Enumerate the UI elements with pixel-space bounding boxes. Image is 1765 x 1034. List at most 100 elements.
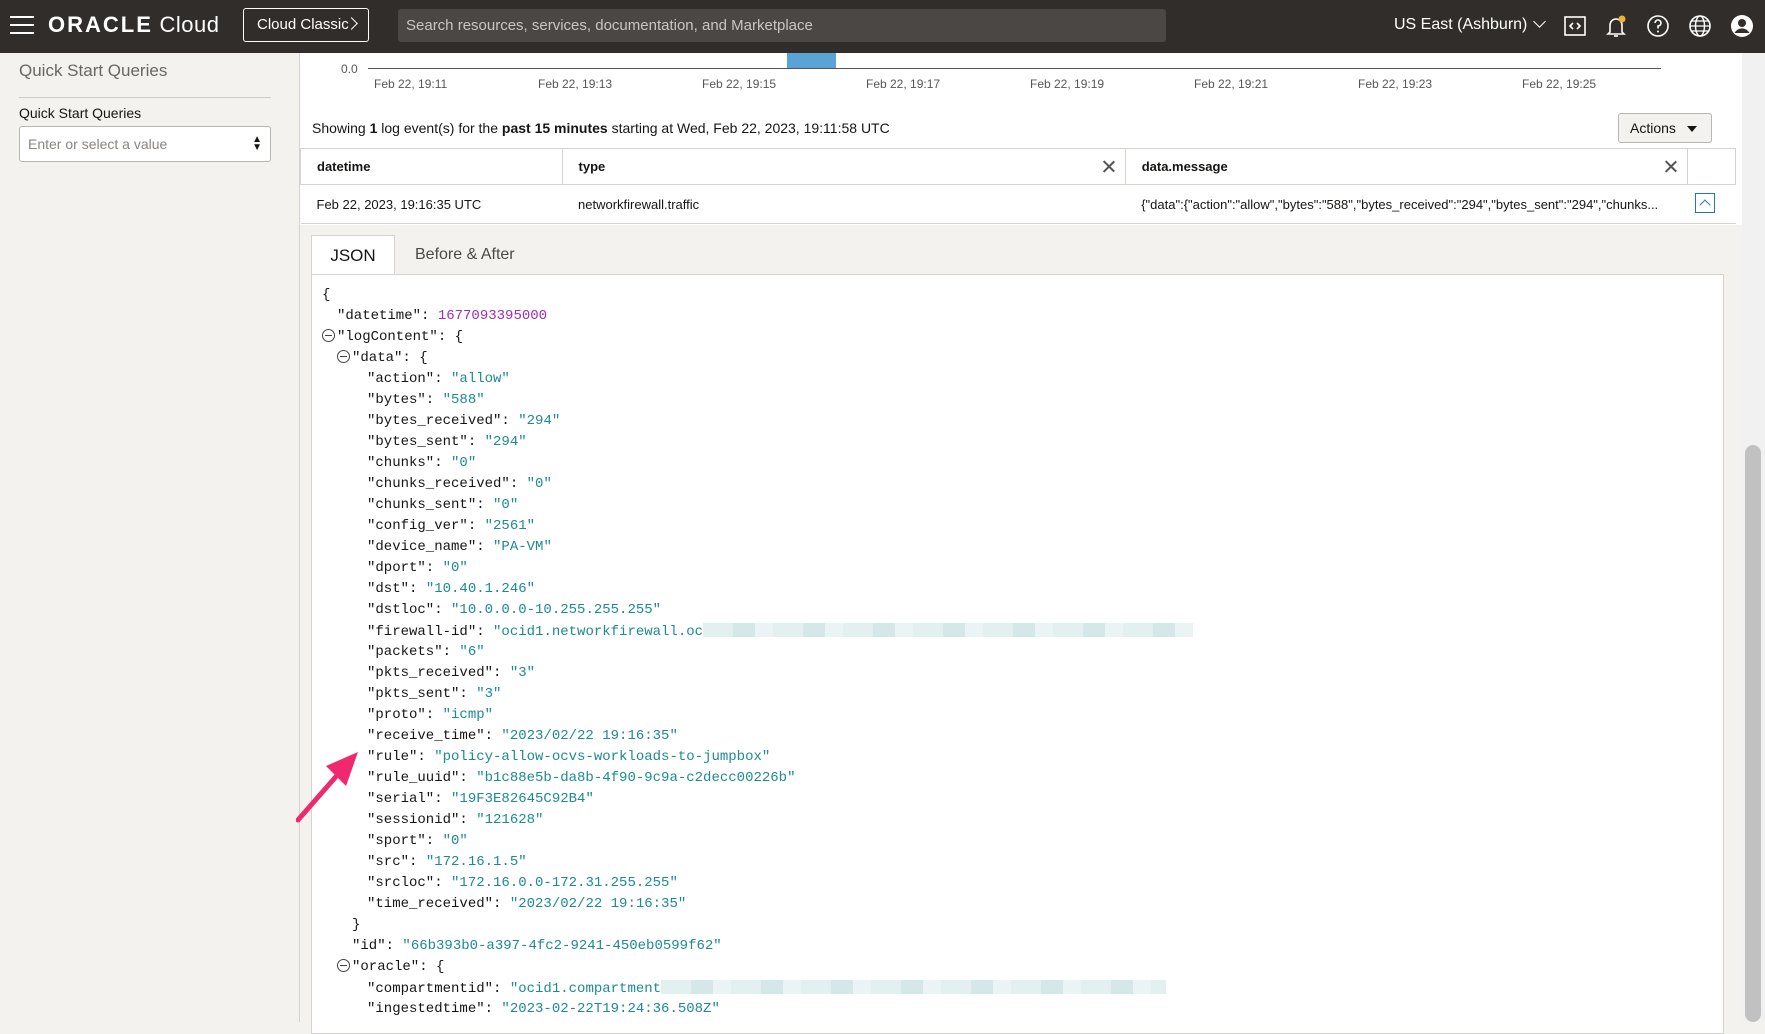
redacted-text	[703, 623, 1194, 637]
json-line: "bytes": "588"	[367, 390, 485, 411]
profile-icon[interactable]	[1729, 13, 1755, 39]
table-row[interactable]: Feb 22, 2023, 19:16:35 UTC networkfirewa…	[300, 184, 1736, 224]
json-line: "chunks": "0"	[367, 453, 476, 474]
column-header-datetime[interactable]: datetime	[300, 148, 563, 185]
column-header-type[interactable]: type	[561, 148, 1126, 185]
json-line: "device_name": "PA-VM"	[367, 537, 552, 558]
json-line: "bytes_sent": "294"	[367, 432, 527, 453]
json-value: "66b393b0-a397-4fc2-9241-450eb0599f62"	[402, 938, 722, 954]
code-editor-icon[interactable]	[1562, 13, 1588, 39]
json-line: "pkts_received": "3"	[367, 663, 535, 684]
json-value: "19F3E82645C92B4"	[451, 791, 594, 807]
json-line: "time_received": "2023/02/22 19:16:35"	[367, 894, 686, 915]
json-line[interactable]: "logContent": {	[322, 327, 463, 348]
json-line: "compartmentid": "ocid1.compartment	[367, 978, 1167, 999]
json-value: "0"	[442, 833, 468, 849]
divider	[19, 97, 271, 98]
json-key: "rule_uuid":	[367, 770, 477, 786]
json-value: "b1c88e5b-da8b-4f90-9c9a-c2decc00226b"	[476, 770, 796, 786]
tab-before-after[interactable]: Before & After	[415, 235, 515, 275]
json-line[interactable]: "data": {	[337, 348, 428, 369]
json-line: }	[352, 915, 360, 936]
json-value: "588"	[442, 392, 485, 408]
table-header-row: datetime type data.message	[300, 148, 1737, 185]
json-value: "PA-VM"	[493, 539, 552, 555]
scrollbar-thumb[interactable]	[1745, 445, 1761, 1022]
json-value: "icmp"	[442, 707, 494, 723]
x-tick-label: Feb 22, 19:15	[702, 77, 777, 91]
json-line: "bytes_received": "294"	[367, 411, 560, 432]
region-selector[interactable]: US East (Ashburn)	[1394, 15, 1547, 34]
json-key: }	[352, 917, 361, 933]
json-key: "chunks":	[367, 455, 452, 471]
json-key: "dstloc":	[367, 602, 452, 618]
json-key: "packets":	[367, 644, 460, 660]
language-icon[interactable]	[1687, 13, 1713, 39]
json-line: "proto": "icmp"	[367, 705, 493, 726]
column-header-data-message[interactable]: data.message	[1124, 148, 1688, 185]
json-line: "datetime": 1677093395000	[337, 306, 547, 327]
notifications-icon[interactable]	[1603, 13, 1629, 39]
json-key: "ingestedtime":	[367, 1001, 502, 1017]
json-line: "firewall-id": "ocid1.networkfirewall.oc	[367, 621, 1194, 642]
redacted-text	[661, 980, 1167, 994]
sidebar-title: Quick Start Queries	[19, 61, 168, 80]
json-value: "3"	[476, 686, 502, 702]
quick-start-queries-select[interactable]: Enter or select a value ▲ ▼	[19, 126, 271, 162]
json-key: "rule":	[367, 749, 435, 765]
actions-menu-button[interactable]: Actions	[1618, 113, 1712, 143]
cell-type: networkfirewall.traffic	[562, 184, 1126, 224]
json-key: "srcloc":	[367, 875, 452, 891]
json-value: "0"	[493, 497, 519, 513]
json-value: 1677093395000	[437, 308, 548, 324]
collapse-node-icon[interactable]	[322, 329, 335, 342]
json-key: "bytes":	[367, 392, 443, 408]
cloud-classic-button[interactable]: Cloud Classic	[243, 8, 369, 42]
top-navigation-bar: ORACLE Cloud Cloud Classic Search resour…	[0, 0, 1765, 53]
y-axis-label: 0.0	[341, 62, 358, 76]
remove-column-icon[interactable]	[1103, 160, 1115, 172]
json-line: {	[322, 285, 330, 306]
search-input[interactable]: Search resources, services, documentatio…	[398, 9, 1166, 42]
json-key: "id":	[352, 938, 403, 954]
select-placeholder: Enter or select a value	[28, 136, 168, 152]
region-label: US East (Ashburn)	[1394, 16, 1528, 33]
remove-column-icon[interactable]	[1665, 160, 1677, 172]
json-key: "config_ver":	[367, 518, 485, 534]
json-key: "chunks_received":	[367, 476, 527, 492]
histogram-bar[interactable]	[787, 53, 836, 68]
json-line: "rule_uuid": "b1c88e5b-da8b-4f90-9c9a-c2…	[367, 768, 795, 789]
log-events-table: datetime type data.message Feb 22, 2023,…	[300, 148, 1737, 224]
collapse-row-icon[interactable]	[1695, 192, 1716, 213]
json-line: "action": "allow"	[367, 369, 510, 390]
json-value: "172.16.1.5"	[425, 854, 527, 870]
json-key: "firewall-id":	[367, 624, 494, 640]
json-key: "time_received":	[367, 896, 510, 912]
json-line: "src": "172.16.1.5"	[367, 852, 527, 873]
json-key: "sessionid":	[367, 812, 477, 828]
json-value: "2023/02/22 19:16:35"	[501, 728, 678, 744]
json-value: "2561"	[484, 518, 536, 534]
x-tick-label: Feb 22, 19:17	[866, 77, 941, 91]
x-tick-label: Feb 22, 19:11	[374, 77, 448, 91]
json-value: "0"	[442, 560, 468, 576]
json-value: "10.40.1.246"	[425, 581, 536, 597]
log-search-results: 0.0 Feb 22, 19:11 Feb 22, 19:13 Feb 22, …	[300, 53, 1742, 1034]
help-icon[interactable]	[1645, 13, 1671, 39]
json-value: "294"	[484, 434, 527, 450]
json-key: "bytes_received":	[367, 413, 519, 429]
collapse-node-icon[interactable]	[337, 350, 350, 363]
json-value: "121628"	[476, 812, 544, 828]
tab-json[interactable]: JSON	[311, 235, 395, 275]
collapse-node-icon[interactable]	[337, 959, 350, 972]
x-tick-label: Feb 22, 19:13	[538, 77, 613, 91]
json-value: "policy-allow-ocvs-workloads-to-jumpbox"	[434, 749, 771, 765]
json-line[interactable]: "oracle": {	[337, 957, 444, 978]
oracle-cloud-logo[interactable]: ORACLE Cloud	[48, 12, 219, 38]
json-key: "serial":	[367, 791, 452, 807]
json-value: "ocid1.compartment	[509, 981, 662, 997]
json-line: "pkts_sent": "3"	[367, 684, 501, 705]
query-sidebar: Quick Start Queries Quick Start Queries …	[0, 53, 300, 1022]
log-detail-panel: JSON Before & After { "datetime": 1677093…	[300, 225, 1742, 1034]
menu-icon[interactable]	[10, 16, 34, 36]
